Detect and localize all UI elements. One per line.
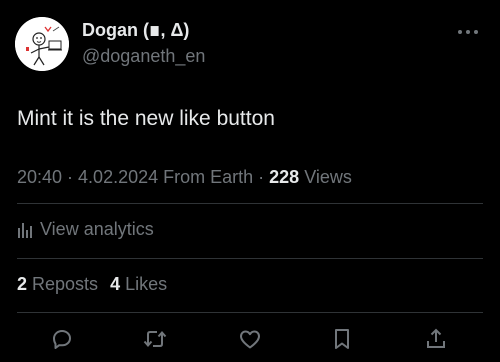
bookmark-button[interactable] [325, 322, 359, 356]
repost-icon [143, 330, 167, 348]
view-analytics-label: View analytics [40, 219, 154, 239]
tweet-time[interactable]: 20:40 [17, 167, 62, 187]
repost-button[interactable] [138, 322, 172, 356]
tweet-text: Mint it is the new like button [17, 107, 275, 130]
avatar[interactable] [15, 17, 69, 71]
divider [17, 203, 483, 204]
engagement-stats: 2 Reposts 4 Likes [17, 273, 167, 295]
share-button[interactable] [419, 322, 453, 356]
heart-icon [240, 330, 260, 349]
tweet-location: From Earth [158, 167, 254, 187]
bar-chart-icon [18, 223, 32, 238]
like-button[interactable] [233, 322, 267, 356]
avatar-drawing-icon [15, 17, 69, 71]
likes-stat[interactable]: 4 Likes [110, 273, 167, 295]
reposts-label: Reposts [32, 274, 99, 294]
more-horizontal-icon [458, 30, 478, 34]
display-name-row[interactable]: Dogan (∎, Δ) [82, 19, 189, 41]
reposts-stat[interactable]: 2 Reposts [17, 273, 98, 295]
tweet-date[interactable]: 4.02.2024 [78, 167, 158, 187]
action-bar [0, 322, 500, 356]
more-options-button[interactable] [454, 22, 482, 42]
view-analytics-link[interactable]: View analytics [17, 218, 154, 240]
display-name[interactable]: Dogan (∎, Δ) [82, 19, 189, 41]
reply-button[interactable] [45, 322, 79, 356]
views-count: 228 [269, 167, 300, 187]
reposts-count: 2 [17, 274, 28, 294]
views-label: Views [299, 167, 352, 187]
bookmark-icon [335, 329, 349, 349]
likes-count: 4 [110, 274, 121, 294]
meta-separator: · [253, 167, 270, 187]
user-handle[interactable]: @doganeth_en [82, 45, 205, 67]
meta-separator: · [62, 167, 79, 187]
likes-label: Likes [125, 274, 168, 294]
divider [17, 312, 483, 313]
reply-icon [53, 330, 71, 349]
tweet-meta: 20:40 · 4.02.2024 From Earth · 228 Views [17, 166, 352, 188]
divider [17, 258, 483, 259]
share-icon [427, 328, 445, 348]
tweet-detail: Dogan (∎, Δ) @doganeth_en Mint it is the… [0, 0, 500, 362]
